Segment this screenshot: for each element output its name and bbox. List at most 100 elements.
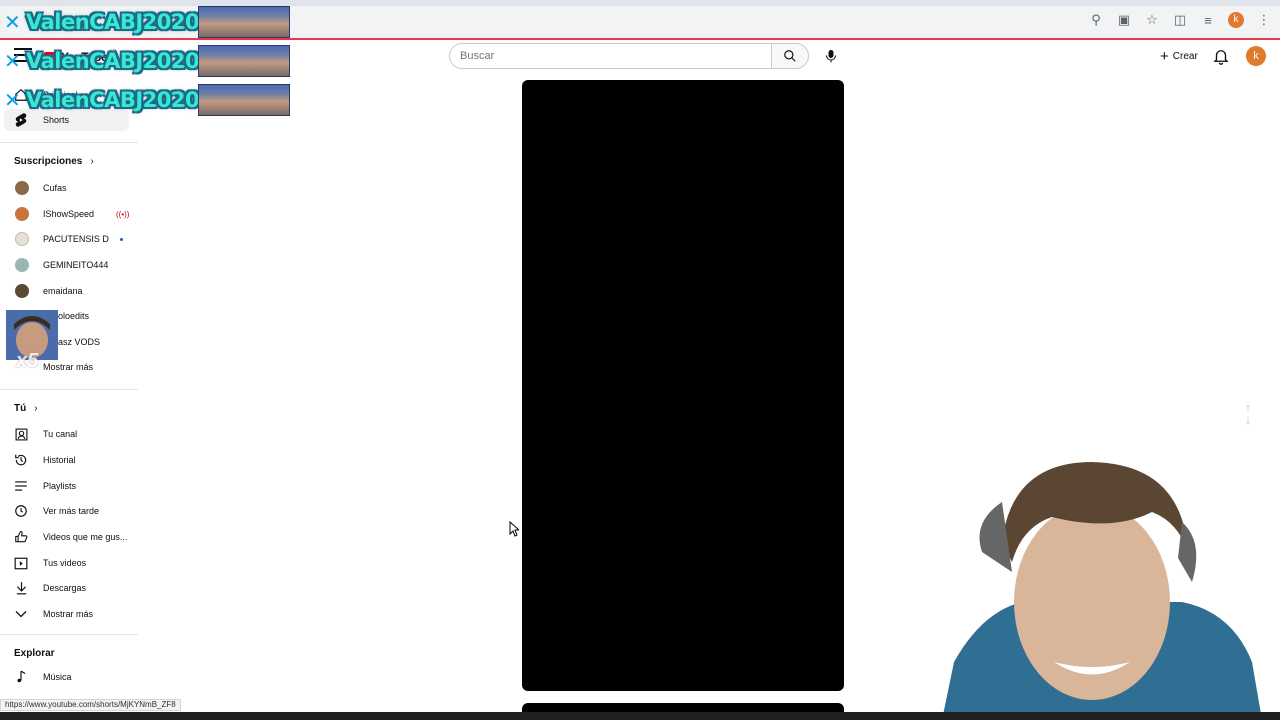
subscription-label: asz VODS [58,337,101,347]
overlay-multiplier: x5 [16,350,39,372]
browser-tools: ⚲ ▣ ☆ ◫ ≡ k ⋮ [1088,12,1272,28]
search-input[interactable] [460,50,760,62]
bookmark-star-icon[interactable]: ☆ [1144,12,1160,28]
stream-overlay-row: ✕ ValenCABJ2020 [4,45,290,77]
sidebar-item-label: Videos que me gus... [43,532,128,542]
sidebar-item-show-more[interactable]: Mostrar más [4,603,129,625]
sidebar-divider [0,389,138,390]
channel-icon [14,427,28,441]
sidebar-item-label: Tus videos [43,558,87,568]
subscription-label: oloedits [58,311,90,321]
create-label: Crear [1172,50,1198,62]
sidebar-item-playlists[interactable]: Playlists [4,475,129,497]
playlists-icon [14,479,28,493]
channel-avatar [15,284,29,298]
channel-avatar [15,258,29,272]
subscription-item[interactable]: emaidana [4,280,129,302]
sidebar-item-watch-later[interactable]: Ver más tarde [4,500,129,522]
show-more-label: Mostrar más [43,362,94,372]
chevron-right-icon: › [34,403,38,414]
subscriptions-header[interactable]: Suscripciones › [14,156,94,167]
explore-title: Explorar [14,648,55,659]
channel-avatar [15,207,29,221]
subscription-label: emaidana [43,286,83,296]
link-status-url: https://www.youtube.com/shorts/MjKYNmB_Z… [0,699,181,711]
subscription-item[interactable]: PACUTENSIS D [4,228,129,250]
live-indicator-icon: ((•)) [116,209,130,219]
chevron-down-icon [14,607,28,621]
you-title: Tú [14,403,27,414]
overlay-channel-name: ValenCABJ2020 [26,49,200,73]
sidebar-item-label: Mostrar más [43,609,94,619]
new-content-dot-icon [120,238,123,241]
plus-icon: + [1160,47,1169,65]
thumbs-up-icon [14,530,28,544]
explore-header: Explorar [14,648,55,659]
subscription-label: IShowSpeed [43,209,95,219]
screen: ⚲ ▣ ☆ ◫ ≡ k ⋮ YouTube AR + Crear k [0,0,1280,720]
shorts-navigation: ↑ ↓ [1240,401,1256,428]
microphone-icon [826,50,836,63]
subscription-label: PACUTENSIS D [43,234,109,244]
overlay-thumbnail [198,6,290,38]
music-icon [14,670,28,684]
sidebar-item-downloads[interactable]: Descargas [4,577,129,599]
sidebar-item-music[interactable]: Música [4,666,129,688]
you-header[interactable]: Tú › [14,403,38,414]
overlay-thumbnail [198,84,290,116]
mouse-cursor-icon [509,521,519,537]
sidebar-divider [0,142,138,143]
browser-menu-icon[interactable]: ⋮ [1256,12,1272,28]
overlay-channel-name: ValenCABJ2020 [26,10,200,34]
subscription-item[interactable]: GEMINEITO444 [4,254,129,276]
search-button[interactable] [771,43,809,69]
zoom-icon[interactable]: ⚲ [1088,12,1104,28]
overlay-channel-name: ValenCABJ2020 [26,88,200,112]
sidebar-item-liked-videos[interactable]: Videos que me gus... [4,526,129,548]
subscription-item[interactable]: IShowSpeed ((•)) [4,203,129,225]
notifications-bell-icon[interactable] [1212,47,1230,65]
os-taskbar [0,712,1280,720]
sidebar-item-label: Ver más tarde [43,506,100,516]
subscription-label: Cufas [43,183,67,193]
browser-profile-avatar[interactable]: k [1228,12,1244,28]
subscription-item[interactable]: Cufas [4,177,129,199]
install-app-icon[interactable]: ▣ [1116,12,1132,28]
arrow-down-icon[interactable]: ↓ [1240,413,1256,426]
download-icon [14,581,28,595]
streamer-webcam [942,462,1262,720]
chevron-right-icon: › [90,156,94,167]
account-avatar[interactable]: k [1246,46,1266,66]
history-icon [14,453,28,467]
search-bar [449,43,809,69]
sidebar-divider [0,634,138,635]
sidebar-item-label: Descargas [43,583,87,593]
x-logo-icon: ✕ [4,11,21,34]
shorts-video-player[interactable] [522,80,844,691]
video-icon [14,556,28,570]
clock-icon [14,504,28,518]
sidebar-item-label: Shorts [43,115,70,125]
x-logo-icon: ✕ [4,50,21,73]
sidebar-item-your-channel[interactable]: Tu canal [4,423,129,445]
create-button[interactable]: + Crear [1152,45,1206,67]
sidebar-item-label: Tu canal [43,429,78,439]
overlay-thumbnail [198,45,290,77]
extensions-icon[interactable]: ◫ [1172,12,1188,28]
stream-overlay-row: ✕ ValenCABJ2020 [4,84,290,116]
search-field[interactable] [449,43,771,69]
sidebar-item-your-videos[interactable]: Tus videos [4,552,129,574]
channel-avatar [15,232,29,246]
stream-overlay-row: ✕ ValenCABJ2020 [4,6,290,38]
sidebar-item-history[interactable]: Historial [4,449,129,471]
sidebar-item-label: Música [43,672,72,682]
search-icon [784,50,796,62]
x-logo-icon: ✕ [4,89,21,112]
sidebar-item-label: Historial [43,455,76,465]
media-controls-icon[interactable]: ≡ [1200,12,1216,28]
voice-search-button[interactable] [818,43,844,69]
subscriptions-title: Suscripciones [14,156,83,167]
channel-avatar [15,181,29,195]
subscription-label: GEMINEITO444 [43,260,109,270]
sidebar-item-label: Playlists [43,481,77,491]
